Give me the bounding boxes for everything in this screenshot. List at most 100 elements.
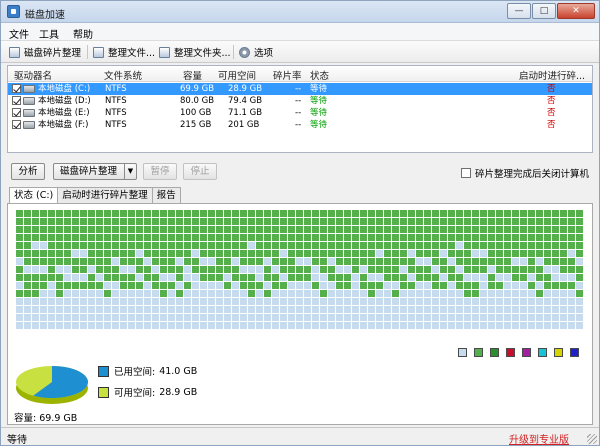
disk-cluster-block [360, 274, 367, 281]
disk-cluster-block [552, 322, 559, 329]
status-panel: 已用空间: 41.0 GB 可用空间: 28.9 GB 容量: 69.9 GB [7, 203, 593, 425]
close-button[interactable]: ✕ [557, 3, 595, 19]
disk-cluster-block [216, 210, 223, 217]
disk-cluster-block [264, 258, 271, 265]
drive-checkbox[interactable] [12, 120, 21, 129]
disk-cluster-block [368, 298, 375, 305]
column-boot-defrag[interactable]: 启动时进行碎... [519, 68, 585, 82]
disk-cluster-block [248, 242, 255, 249]
disk-cluster-block [432, 322, 439, 329]
disk-cluster-block [104, 258, 111, 265]
column-status[interactable]: 状态 [310, 68, 329, 82]
tab-status[interactable]: 状态 (C:) [9, 187, 59, 204]
disk-cluster-block [560, 298, 567, 305]
tab-boot-defrag[interactable]: 启动时进行碎片整理 [57, 187, 153, 203]
disk-cluster-block [240, 298, 247, 305]
shutdown-checkbox-box[interactable] [460, 168, 471, 178]
title-bar[interactable]: 磁盘加速 — □ ✕ [1, 1, 599, 23]
upgrade-link[interactable]: 升级到专业版 [509, 431, 569, 445]
disk-cluster-block [144, 258, 151, 265]
disk-cluster-block [544, 314, 551, 321]
disk-cluster-block [232, 210, 239, 217]
disk-cluster-block [520, 250, 527, 257]
drive-row[interactable]: 本地磁盘 (C:) NTFS 69.9 GB 28.9 GB -- 等待 否 [8, 83, 592, 95]
drive-row[interactable]: 本地磁盘 (E:) NTFS 100 GB 71.1 GB -- 等待 否 [8, 107, 592, 119]
drive-checkbox[interactable] [12, 96, 21, 105]
disk-cluster-block [120, 290, 127, 297]
maximize-button[interactable]: □ [532, 3, 556, 19]
disk-cluster-block [192, 282, 199, 289]
column-drive-name[interactable]: 驱动器名 [14, 68, 52, 82]
disk-cluster-block [320, 218, 327, 225]
disk-cluster-block [464, 306, 471, 313]
disk-cluster-map [16, 210, 583, 329]
resize-grip[interactable] [587, 434, 597, 444]
disk-cluster-block [416, 242, 423, 249]
stop-button[interactable]: 停止 [183, 163, 217, 180]
pause-button[interactable]: 暂停 [143, 163, 177, 180]
disk-cluster-block [472, 218, 479, 225]
disk-cluster-block [440, 298, 447, 305]
menu-tools[interactable]: 工具 [39, 26, 59, 41]
disk-cluster-block [464, 218, 471, 225]
shutdown-after-checkbox[interactable]: 碎片整理完成后关闭计算机 [460, 166, 589, 180]
disk-cluster-block [400, 314, 407, 321]
chevron-down-icon[interactable]: ▼ [124, 164, 136, 179]
disk-cluster-block [536, 314, 543, 321]
disk-cluster-block [504, 226, 511, 233]
column-free-space[interactable]: 可用空间 [218, 68, 256, 82]
disk-cluster-block [200, 226, 207, 233]
disk-cluster-block [152, 314, 159, 321]
disk-cluster-block [200, 306, 207, 313]
disk-cluster-block [224, 210, 231, 217]
disk-cluster-block [200, 314, 207, 321]
disk-cluster-block [440, 322, 447, 329]
disk-cluster-block [496, 218, 503, 225]
disk-cluster-block [192, 218, 199, 225]
drive-row[interactable]: 本地磁盘 (F:) NTFS 215 GB 201 GB -- 等待 否 [8, 119, 592, 131]
drive-list[interactable]: 驱动器名 文件系统 容量 可用空间 碎片率 状态 启动时进行碎... 本地磁盘 … [7, 65, 593, 153]
disk-cluster-block [432, 290, 439, 297]
disk-cluster-block [304, 226, 311, 233]
menu-help[interactable]: 帮助 [73, 26, 93, 41]
disk-cluster-block [328, 298, 335, 305]
disk-cluster-block [320, 306, 327, 313]
disk-cluster-block [120, 282, 127, 289]
disk-cluster-block [192, 306, 199, 313]
disk-cluster-block [232, 266, 239, 273]
menu-file[interactable]: 文件 [9, 26, 29, 41]
disk-cluster-block [360, 242, 367, 249]
minimize-button[interactable]: — [507, 3, 531, 19]
disk-cluster-block [80, 234, 87, 241]
disk-cluster-block [64, 226, 71, 233]
disk-cluster-block [224, 242, 231, 249]
disk-cluster-block [344, 274, 351, 281]
toolbar-options-button[interactable]: 选项 [239, 45, 273, 59]
disk-cluster-block [192, 258, 199, 265]
disk-cluster-block [568, 306, 575, 313]
disk-cluster-block [288, 250, 295, 257]
drive-row[interactable]: 本地磁盘 (D:) NTFS 80.0 GB 79.4 GB -- 等待 否 [8, 95, 592, 107]
toolbar-defrag-folders-button[interactable]: 整理文件夹... [159, 45, 231, 59]
column-capacity[interactable]: 容量 [183, 68, 202, 82]
tab-report[interactable]: 报告 [151, 187, 181, 203]
disk-cluster-block [488, 250, 495, 257]
disk-cluster-block [128, 218, 135, 225]
disk-cluster-block [48, 266, 55, 273]
toolbar-defrag-button[interactable]: 磁盘碎片整理 [9, 45, 81, 59]
disk-cluster-block [40, 218, 47, 225]
column-file-system[interactable]: 文件系统 [104, 68, 142, 82]
disk-cluster-block [312, 314, 319, 321]
drive-checkbox[interactable] [12, 84, 21, 93]
drive-checkbox[interactable] [12, 108, 21, 117]
disk-cluster-block [48, 242, 55, 249]
column-fragmentation[interactable]: 碎片率 [273, 68, 302, 82]
disk-cluster-block [48, 210, 55, 217]
disk-cluster-block [136, 226, 143, 233]
disk-cluster-block [536, 250, 543, 257]
toolbar-defrag-folders-label: 整理文件夹... [174, 48, 231, 59]
toolbar-defrag-files-button[interactable]: 整理文件... [93, 45, 155, 59]
analyze-button[interactable]: 分析 [11, 163, 45, 180]
defrag-split-button[interactable]: 磁盘碎片整理 ▼ [53, 163, 137, 180]
disk-cluster-block [208, 274, 215, 281]
